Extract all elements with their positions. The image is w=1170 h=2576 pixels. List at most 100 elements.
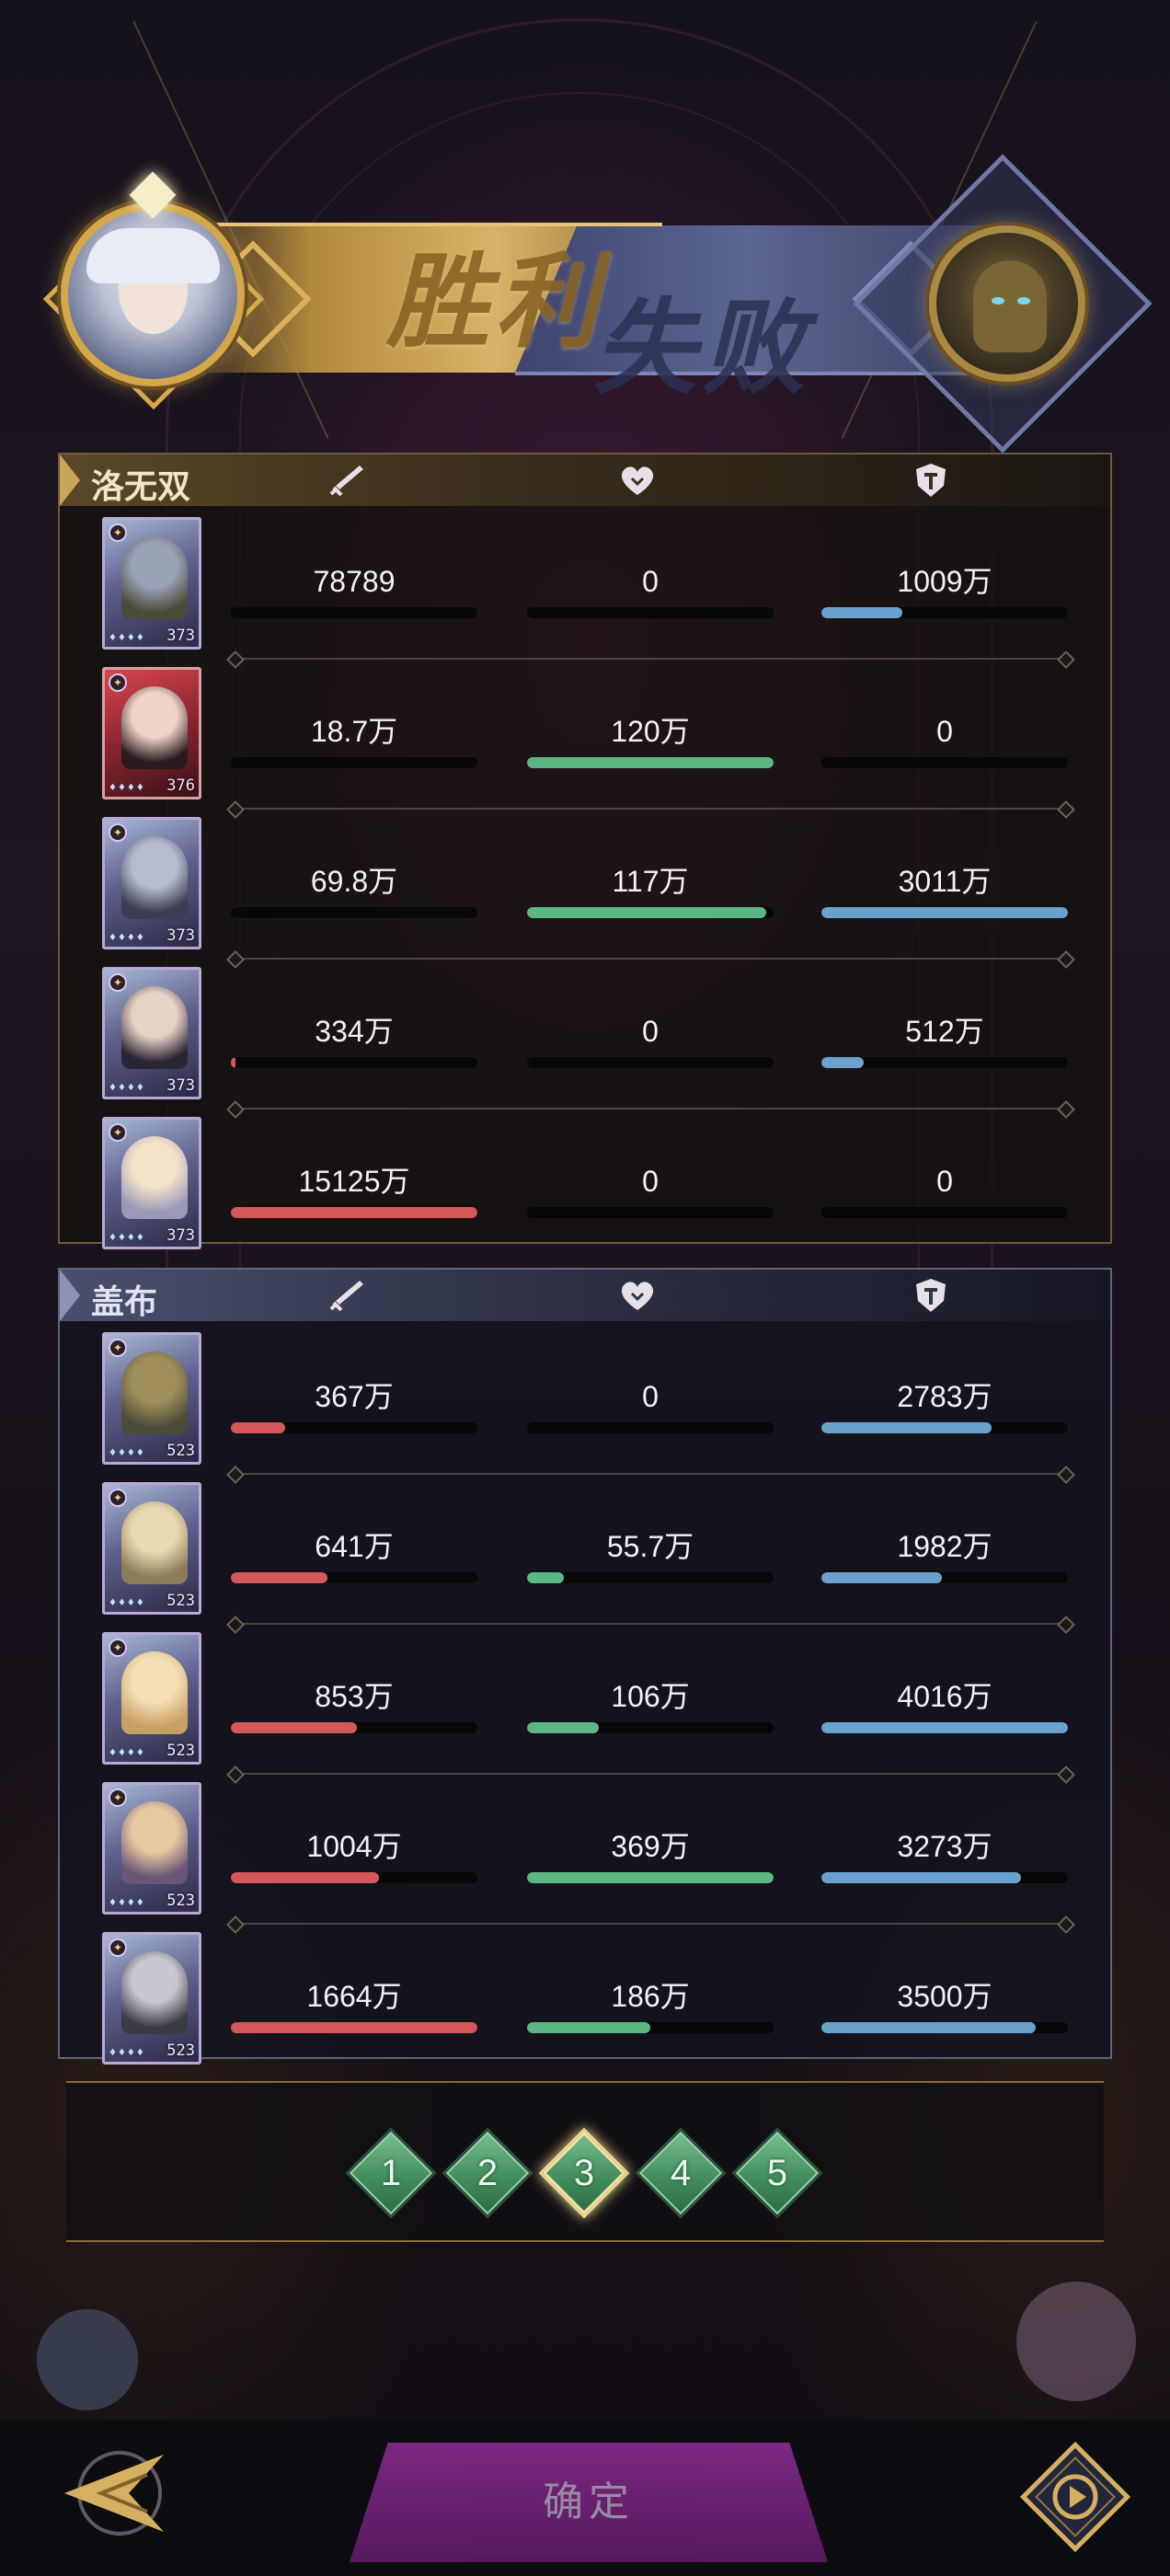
hero-card[interactable]: ✦ ♦♦♦♦ 523 (102, 1932, 201, 2064)
heal-bar (527, 1422, 774, 1433)
damage-value: 641万 (315, 1530, 394, 1563)
team-header: 洛无双 (60, 454, 1110, 506)
confirm-button[interactable]: 确定 (350, 2443, 828, 2562)
heal-value: 55.7万 (606, 1530, 694, 1563)
damage-stat: 1004万 (231, 1828, 477, 1883)
damage-stat: 1664万 (231, 1978, 477, 2033)
result-banner: 胜利 失败 (0, 154, 1170, 454)
hero-row: ✦ ♦♦♦♦ 373 334万 0 512万 (60, 967, 1110, 1117)
hero-row: ✦ ♦♦♦♦ 376 18.7万 120万 0 (60, 667, 1110, 817)
heal-value: 186万 (611, 1980, 690, 2013)
shield-stat: 0 (821, 1163, 1068, 1218)
hero-level: 373 (166, 627, 195, 645)
damage-bar (231, 907, 477, 918)
team-name: 盖布 (91, 1282, 158, 1321)
hero-stars-icon: ♦♦♦♦ (109, 1598, 145, 1608)
shield-value: 3011万 (898, 865, 992, 898)
hero-stars-icon: ♦♦♦♦ (109, 783, 145, 793)
damage-value: 69.8万 (310, 865, 398, 898)
hero-level: 523 (166, 1742, 195, 1760)
heal-value: 0 (642, 565, 659, 598)
heal-bar-fill (527, 1872, 774, 1883)
team-header: 盖布 (60, 1270, 1110, 1321)
page-number: 1 (380, 2153, 402, 2193)
hero-stars-icon: ♦♦♦♦ (109, 1898, 145, 1908)
damage-bar (231, 1207, 477, 1218)
damage-bar-fill (231, 2022, 477, 2033)
shield-value: 3500万 (897, 1980, 992, 2013)
shield-bar (821, 907, 1068, 918)
heal-stat: 0 (527, 1163, 774, 1218)
heal-value: 369万 (611, 1830, 690, 1863)
hero-card[interactable]: ✦ ♦♦♦♦ 373 (102, 517, 201, 650)
hero-row: ✦ ♦♦♦♦ 523 1664万 186万 3500万 (60, 1932, 1110, 2082)
heal-bar (527, 907, 774, 918)
hero-card[interactable]: ✦ ♦♦♦♦ 523 (102, 1632, 201, 1765)
shield-stat: 3011万 (821, 863, 1068, 918)
heal-stat: 117万 (527, 863, 774, 918)
page-button-4[interactable]: 4 (635, 2127, 727, 2219)
damage-bar-fill (231, 1207, 477, 1218)
shield-bar-fill (821, 2022, 1037, 2033)
damage-value: 1004万 (306, 1830, 402, 1863)
page-button-5[interactable]: 5 (731, 2127, 823, 2219)
hero-row: ✦ ♦♦♦♦ 373 78789 0 1009万 (60, 517, 1110, 667)
hero-portrait (121, 986, 188, 1069)
hero-stars-icon: ♦♦♦♦ (109, 1748, 145, 1758)
hero-portrait (121, 1651, 188, 1734)
hero-class-icon: ✦ (109, 1639, 127, 1657)
hero-stars-icon: ♦♦♦♦ (109, 1448, 145, 1458)
row-divider (235, 1773, 1067, 1775)
hero-card[interactable]: ✦ ♦♦♦♦ 523 (102, 1332, 201, 1465)
hero-card[interactable]: ✦ ♦♦♦♦ 376 (102, 667, 201, 799)
shield-value: 3273万 (897, 1830, 992, 1863)
replay-button[interactable] (1016, 2438, 1134, 2556)
hero-class-icon: ✦ (109, 1339, 127, 1357)
hero-level: 523 (166, 1592, 195, 1610)
hero-row: ✦ ♦♦♦♦ 523 641万 55.7万 1982万 (60, 1482, 1110, 1632)
damage-stat: 18.7万 (231, 713, 477, 768)
shield-value: 1009万 (897, 565, 992, 598)
damage-stat: 367万 (231, 1378, 477, 1433)
shield-value: 1982万 (897, 1530, 992, 1563)
shield-stat: 0 (821, 713, 1068, 768)
shield-bar (821, 757, 1068, 768)
shield-bar (821, 1572, 1068, 1583)
heal-value: 106万 (611, 1680, 690, 1713)
heart-icon (621, 1282, 654, 1310)
hero-row: ✦ ♦♦♦♦ 523 367万 0 2783万 (60, 1332, 1110, 1482)
hero-card[interactable]: ✦ ♦♦♦♦ 523 (102, 1482, 201, 1615)
heal-stat: 369万 (527, 1828, 774, 1883)
hero-card[interactable]: ✦ ♦♦♦♦ 373 (102, 1117, 201, 1249)
hero-portrait (121, 1351, 188, 1434)
shield-bar-fill (821, 1872, 1022, 1883)
hero-level: 523 (166, 1892, 195, 1910)
hero-level: 523 (166, 2041, 195, 2060)
shield-stat: 3273万 (821, 1828, 1068, 1883)
damage-bar-fill (231, 1422, 285, 1433)
row-divider (235, 1623, 1067, 1625)
row-divider (235, 1923, 1067, 1925)
damage-bar (231, 757, 477, 768)
loser-avatar (929, 225, 1085, 382)
hero-card[interactable]: ✦ ♦♦♦♦ 373 (102, 967, 201, 1099)
shield-bar-fill (821, 607, 903, 618)
hero-level: 373 (166, 1226, 195, 1245)
damage-bar (231, 607, 477, 618)
shield-bar (821, 2022, 1068, 2033)
victory-text: 胜利 (386, 242, 603, 362)
page-button-3[interactable]: 3 (538, 2127, 630, 2219)
hero-class-icon: ✦ (109, 523, 127, 542)
shield-stat: 512万 (821, 1013, 1068, 1068)
sword-icon (329, 1281, 363, 1312)
hero-card[interactable]: ✦ ♦♦♦♦ 523 (102, 1782, 201, 1915)
row-divider (235, 1473, 1067, 1475)
page-button-1[interactable]: 1 (345, 2127, 437, 2219)
page-button-2[interactable]: 2 (442, 2127, 533, 2219)
heal-stat: 0 (527, 563, 774, 618)
team-panel-loser: 盖布 ✦ ♦♦♦♦ 523 367万 0 2783万 ✦ ♦♦♦♦ 523 64… (58, 1268, 1112, 2064)
hero-card[interactable]: ✦ ♦♦♦♦ 373 (102, 817, 201, 949)
back-button[interactable] (46, 2438, 175, 2548)
damage-value: 367万 (315, 1380, 394, 1413)
shield-bar-fill (821, 1422, 992, 1433)
